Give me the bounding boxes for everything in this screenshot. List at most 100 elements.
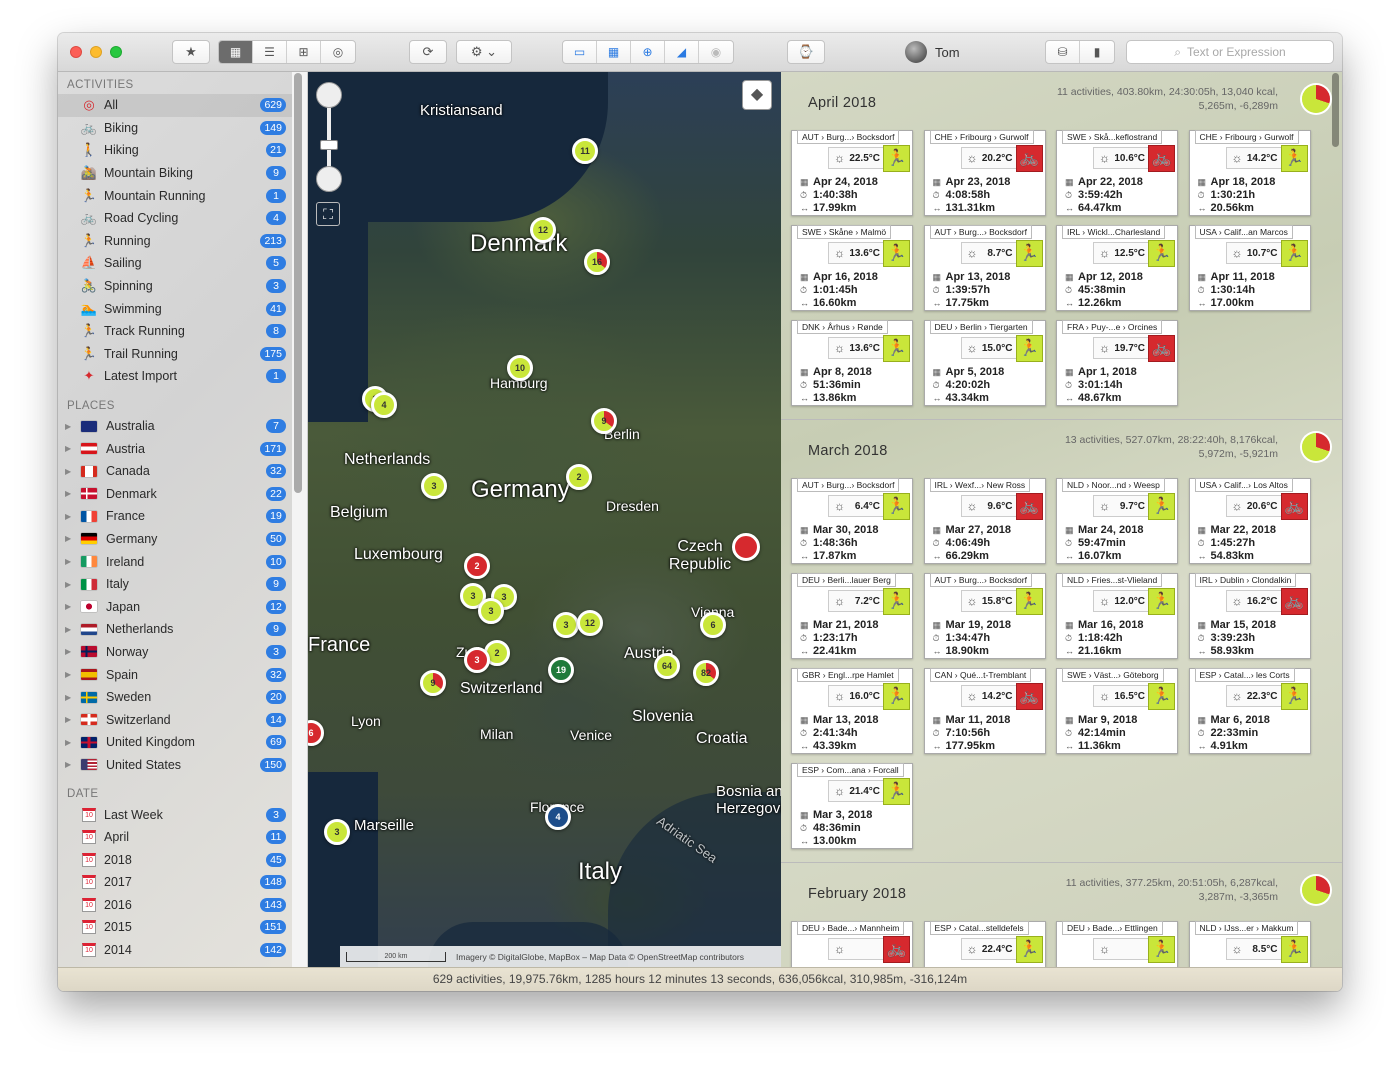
map-cluster-marker[interactable]: 64 [654, 653, 680, 679]
activity-card[interactable]: USA › Calif...an Marcos ☼ 10.7°C 🏃 ▦ Apr 11, … [1188, 225, 1311, 311]
map-cluster-marker[interactable]: 3 [553, 612, 579, 638]
disclosure-triangle-icon[interactable]: ▶ [65, 512, 71, 521]
activity-card[interactable]: ESP › Catal...stelldefels☼22.4°C🏃▦Feb 24… [923, 921, 1046, 967]
map-cluster-marker[interactable]: 3 [421, 473, 447, 499]
sidebar-item-place[interactable]: ▶ Spain 32 [58, 663, 292, 686]
sidebar-item-date[interactable]: 10 Last Week 3 [58, 803, 292, 826]
sidebar-item-place[interactable]: ▶ Germany 50 [58, 528, 292, 551]
activity-card[interactable]: GBR › Engl...rpe Hamlet ☼ 16.0°C 🏃 ▦ Mar 13, … [791, 668, 913, 754]
map-cluster-marker[interactable]: 2 [566, 464, 592, 490]
sidebar-item-place[interactable]: ▶ Netherlands 9 [58, 618, 292, 641]
map-cluster-marker[interactable]: 3 [478, 598, 504, 624]
map-cluster-marker[interactable]: 9 [591, 408, 617, 434]
sidebar-item-place[interactable]: ▶ United States 150 [58, 754, 292, 777]
activity-card[interactable]: SWE › Väst...› Göteborg ☼ 16.5°C 🏃 ▦ Mar 9, 2… [1056, 668, 1178, 754]
sidebar-item-activity[interactable]: 🚴 Spinning 3 [58, 275, 292, 298]
map-cluster-marker[interactable]: 4 [545, 804, 571, 830]
sidebar-item-activity[interactable]: 🚶 Hiking 21 [58, 139, 292, 162]
minimize-window-button[interactable] [90, 46, 102, 58]
sidebar-item-activity[interactable]: 🏃 Trail Running 175 [58, 343, 292, 366]
activity-card[interactable]: CHE › Fribourg › Gurwolf ☼ 20.2°C 🚲 ▦ Apr 23,… [923, 130, 1046, 216]
map-cluster-marker[interactable]: 11 [572, 138, 598, 164]
sidebar-item-activity[interactable]: 🚲 Road Cycling 4 [58, 207, 292, 230]
device-icon[interactable]: ⌚ [787, 40, 825, 64]
sidebar-item-place[interactable]: ▶ Australia 7 [58, 415, 292, 438]
sidebar-item-place[interactable]: ▶ Denmark 22 [58, 483, 292, 506]
disclosure-triangle-icon[interactable]: ▶ [65, 647, 71, 656]
search-field[interactable]: ⌕ Text or Expression [1126, 40, 1334, 64]
disclosure-triangle-icon[interactable]: ▶ [65, 534, 71, 543]
activity-card[interactable]: DEU › Bade...› Mannheim☼🚲▦Feb 27, 2018⏱↔ [791, 921, 913, 967]
table-view-icon[interactable]: ⊞ [287, 41, 321, 63]
activity-card[interactable]: USA › Calif...› Los Altos ☼ 20.6°C 🚲 ▦ Mar 22… [1188, 478, 1311, 564]
disclosure-triangle-icon[interactable]: ▶ [65, 489, 71, 498]
sidebar-item-activity[interactable]: 🏃 Track Running 8 [58, 320, 292, 343]
sidebar-toggle-icon[interactable]: ▭ [563, 41, 597, 63]
sidebar-item-place[interactable]: ▶ Norway 3 [58, 641, 292, 664]
map-cluster-marker[interactable]: 12 [577, 610, 603, 636]
chart-area-icon[interactable]: ◢ [665, 41, 699, 63]
sidebar-item-place[interactable]: ▶ Italy 9 [58, 573, 292, 596]
activity-card[interactable]: FRA › Puy-...e › Orcines ☼ 19.7°C 🚲 ▦ Apr 1, … [1056, 320, 1178, 406]
sidebar-scrollbar[interactable] [294, 73, 302, 493]
map-cluster-marker[interactable]: 2 [464, 553, 490, 579]
activity-card[interactable]: AUT › Burg...› Bocksdorf ☼ 22.5°C 🏃 ▦ Apr 24,… [791, 130, 913, 216]
map-cluster-marker[interactable]: 4 [371, 392, 397, 418]
map-cluster-marker[interactable]: 82 [693, 660, 719, 686]
zoom-control[interactable] [316, 82, 342, 192]
disclosure-triangle-icon[interactable]: ▶ [65, 715, 71, 724]
disclosure-triangle-icon[interactable]: ▶ [65, 625, 71, 634]
map-view[interactable]: ⛶ ◆ Kristiansand Denmark Hamburg Netherland… [308, 72, 781, 967]
map-cluster-marker[interactable]: 6 [308, 720, 324, 746]
activity-card[interactable]: IRL › Wickl...Charlesland ☼ 12.5°C 🏃 ▦ Apr 12… [1056, 225, 1178, 311]
map-cluster-marker[interactable]: 6 [700, 612, 726, 638]
disclosure-triangle-icon[interactable]: ▶ [65, 760, 71, 769]
list-view-icon[interactable]: ☰ [253, 41, 287, 63]
zoom-in-button[interactable] [316, 82, 342, 108]
activity-card[interactable]: DEU › Berlin › Tiergarten ☼ 15.0°C 🏃 ▦ Apr 5,… [923, 320, 1046, 406]
activity-card[interactable]: NLD › Fries...st-Vlieland ☼ 12.0°C 🏃 ▦ Mar 16… [1056, 573, 1178, 659]
sidebar-item-activity[interactable]: ⛵ Sailing 5 [58, 252, 292, 275]
grid-view-icon[interactable]: ▦ [219, 41, 253, 63]
sidebar-item-activity[interactable]: 🚵 Mountain Biking 9 [58, 162, 292, 185]
activity-card[interactable]: DEU › Berli...lauer Berg ☼ 7.2°C 🏃 ▦ Mar 21, … [791, 573, 913, 659]
attribution-text[interactable]: Imagery © DigitalGlobe, MapBox – Map Dat… [456, 952, 744, 962]
map-cluster-marker[interactable]: 3 [324, 819, 350, 845]
disclosure-triangle-icon[interactable]: ▶ [65, 444, 71, 453]
zoom-window-button[interactable] [110, 46, 122, 58]
activity-card[interactable]: IRL › Dublin › Clondalkin ☼ 16.2°C 🚲 ▦ Mar 15… [1188, 573, 1311, 659]
sidebar-item-place[interactable]: ▶ Austria 171 [58, 437, 292, 460]
sidebar-item-activity[interactable]: 🏊 Swimming 41 [58, 297, 292, 320]
activity-card[interactable]: CAN › Qué...t-Tremblant ☼ 14.2°C 🚲 ▦ Mar 11, … [923, 668, 1046, 754]
sidebar-item-activity[interactable]: 🏃 Mountain Running 1 [58, 184, 292, 207]
activity-card[interactable]: NLD › Noor...nd › Weesp ☼ 9.7°C 🏃 ▦ Mar 24, 2… [1056, 478, 1178, 564]
activity-card[interactable]: AUT › Burg...› Bocksdorf ☼ 8.7°C 🏃 ▦ Apr 13, … [923, 225, 1046, 311]
sidebar-item-date[interactable]: 10 2015 151 [58, 916, 292, 939]
sidebar-item-place[interactable]: ▶ Sweden 20 [58, 686, 292, 709]
sidebar-item-activity[interactable]: ✦ Latest Import 1 [58, 365, 292, 388]
activity-card[interactable]: AUT › Burg...› Bocksdorf ☼ 6.4°C 🏃 ▦ Mar 30, … [791, 478, 913, 564]
map-cluster-marker[interactable]: 3 [464, 647, 490, 673]
grid-toggle-icon[interactable]: ▦ [597, 41, 631, 63]
activity-card[interactable]: NLD › IJss...er › Makkum☼8.5°C🏃▦Feb 20, … [1188, 921, 1311, 967]
sidebar-item-place[interactable]: ▶ Switzerland 14 [58, 708, 292, 731]
zoom-slider-handle[interactable] [320, 140, 338, 150]
disclosure-triangle-icon[interactable]: ▶ [65, 693, 71, 702]
map-selected-marker[interactable] [732, 533, 760, 561]
activity-card[interactable]: ESP › Catal...› les Corts ☼ 22.3°C 🏃 ▦ Mar 6,… [1188, 668, 1311, 754]
activity-card[interactable]: IRL › Wexf...› New Ross ☼ 9.6°C 🚲 ▦ Mar 27, 2… [923, 478, 1046, 564]
activity-card[interactable]: DNK › Århus › Rønde ☼ 13.6°C 🏃 ▦ Apr 8, 2018 ⏱… [791, 320, 913, 406]
disclosure-triangle-icon[interactable]: ▶ [65, 670, 71, 679]
fullscreen-icon[interactable]: ⛶ [316, 202, 340, 226]
activity-card[interactable]: CHE › Fribourg › Gurwolf ☼ 14.2°C 🏃 ▦ Apr 18,… [1188, 130, 1311, 216]
disclosure-triangle-icon[interactable]: ▶ [65, 557, 71, 566]
sidebar-item-activity[interactable]: 🏃 Running 213 [58, 230, 292, 253]
sidebar-item-date[interactable]: 10 2017 148 [58, 871, 292, 894]
sidebar-item-place[interactable]: ▶ Japan 12 [58, 595, 292, 618]
map-layers-icon[interactable]: ◆ [742, 80, 772, 110]
sidebar-item-activity[interactable]: 🚲 Biking 149 [58, 117, 292, 140]
sidebar-item-place[interactable]: ▶ United Kingdom 69 [58, 731, 292, 754]
disclosure-triangle-icon[interactable]: ▶ [65, 580, 71, 589]
sidebar-item-activity[interactable]: ◎ All 629 [58, 94, 292, 117]
bar-chart-icon[interactable]: ▮ [1080, 41, 1114, 63]
